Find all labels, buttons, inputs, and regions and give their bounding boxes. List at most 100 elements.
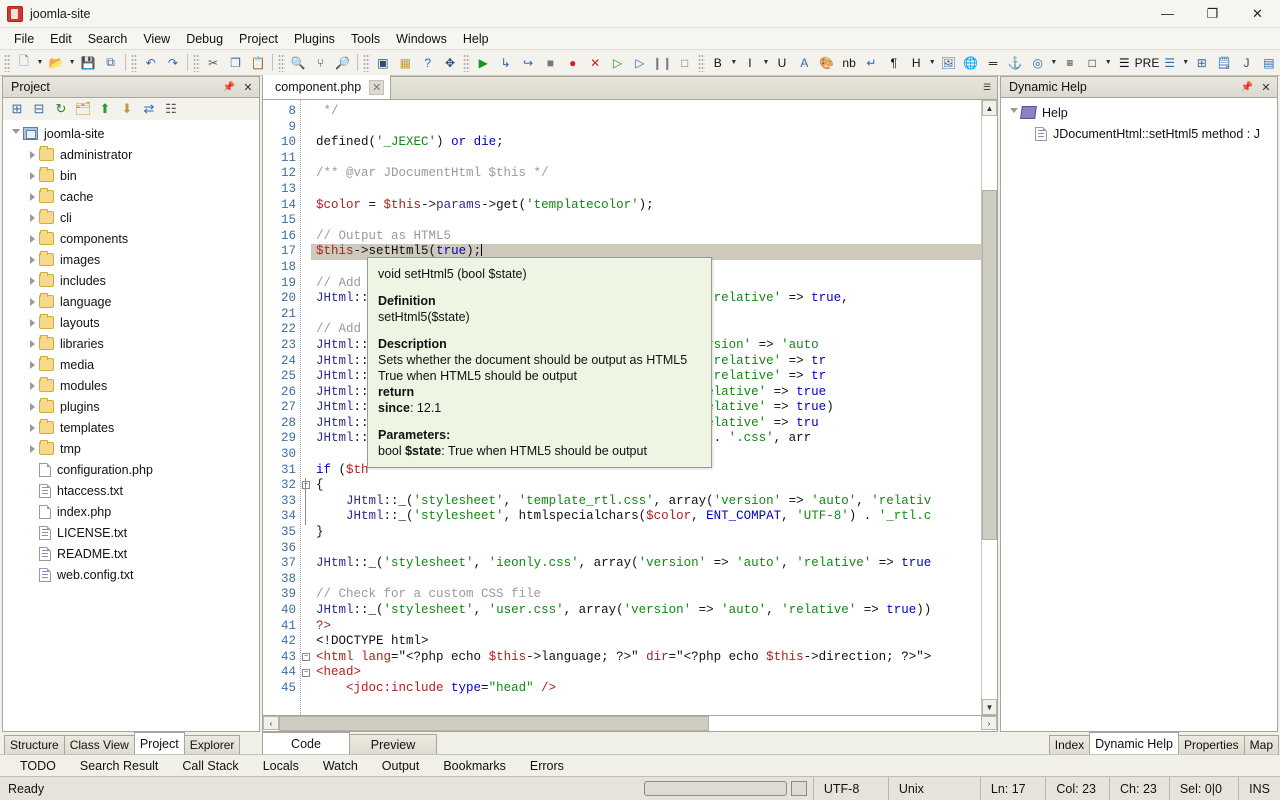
find-in-files-icon[interactable]: 🔎 (333, 52, 353, 73)
bottom-pane-locals[interactable]: Locals (251, 759, 311, 773)
undo-icon[interactable]: ↶ (140, 52, 160, 73)
tree-item-index-php[interactable]: index.php (3, 501, 259, 522)
form-icon[interactable]: 🗒 (1214, 52, 1234, 73)
tree-item-layouts[interactable]: layouts (3, 312, 259, 333)
insert-image-icon[interactable]: 🖼 (938, 52, 958, 73)
help-tab-map[interactable]: Map (1243, 735, 1279, 754)
tree-item-LICENSE-txt[interactable]: LICENSE.txt (3, 522, 259, 543)
refresh-icon[interactable]: ↻ (50, 99, 72, 119)
javascript-icon[interactable]: J (1236, 52, 1256, 73)
tab-list-icon[interactable]: ☰ (977, 75, 997, 99)
fold-toggle-icon[interactable]: − (302, 653, 310, 661)
tree-item-cache[interactable]: cache (3, 186, 259, 207)
tree-item-modules[interactable]: modules (3, 375, 259, 396)
continue-icon[interactable]: ▷ (630, 52, 650, 73)
expander-icon[interactable] (25, 234, 39, 243)
table-icon[interactable]: ⊞ (1192, 52, 1212, 73)
menu-item-search[interactable]: Search (80, 30, 136, 48)
list-dropdown-icon[interactable]: ▼ (1181, 52, 1191, 73)
align-left-icon[interactable]: ≡ (1060, 52, 1080, 73)
pin-icon[interactable]: 📌 (1239, 79, 1255, 95)
palette-icon[interactable]: 🎨 (817, 52, 837, 73)
step-over-icon[interactable]: ↪ (518, 52, 538, 73)
bottom-pane-errors[interactable]: Errors (518, 759, 576, 773)
toggle-panel-icon[interactable]: ▣ (373, 52, 393, 73)
help-tab-index[interactable]: Index (1048, 735, 1091, 754)
expander-icon[interactable] (25, 192, 39, 201)
help-icon[interactable]: ? (418, 52, 438, 73)
scroll-left-button[interactable]: ‹ (263, 716, 279, 730)
status-insert-mode[interactable]: INS (1238, 776, 1280, 800)
paste-icon[interactable]: 📋 (248, 52, 268, 73)
tree-item-htaccess-txt[interactable]: htaccess.txt (3, 480, 259, 501)
redo-icon[interactable]: ↷ (163, 52, 183, 73)
fullscreen-icon[interactable]: ✥ (440, 52, 460, 73)
tree-item-plugins[interactable]: plugins (3, 396, 259, 417)
tab-close-icon[interactable]: ✕ (369, 79, 385, 95)
left-tab-structure[interactable]: Structure (4, 735, 65, 754)
expander-icon[interactable] (25, 423, 39, 432)
tree-item-bin[interactable]: bin (3, 165, 259, 186)
italic-icon[interactable]: I (740, 52, 760, 73)
anchor-icon[interactable]: ⚓ (1005, 52, 1025, 73)
bottom-pane-call-stack[interactable]: Call Stack (170, 759, 250, 773)
pin-icon[interactable]: 📌 (221, 79, 237, 95)
help-tab-dynamic-help[interactable]: Dynamic Help (1089, 732, 1179, 754)
left-tab-explorer[interactable]: Explorer (183, 735, 241, 754)
expander-icon[interactable] (25, 297, 39, 306)
sync-icon[interactable]: ⇄ (138, 99, 160, 119)
nbsp-icon[interactable]: nb (839, 52, 859, 73)
menu-item-file[interactable]: File (6, 30, 42, 48)
bottom-pane-output[interactable]: Output (370, 759, 432, 773)
expander-icon[interactable] (25, 276, 39, 285)
expander-icon[interactable] (25, 402, 39, 411)
expander-icon[interactable] (25, 213, 39, 222)
hscroll-thumb[interactable] (279, 716, 709, 731)
italic-dropdown-icon[interactable]: ▼ (761, 52, 771, 73)
code-editor[interactable]: 8 9 10 11 12 13 14 15 16 17 18 19 20 21 22 23 24 25 26 27 28… (262, 100, 998, 716)
help-tree[interactable]: Help JDocumentHtml::setHtml5 method : J (1000, 98, 1278, 732)
cut-icon[interactable]: ✂ (203, 52, 223, 73)
heading-icon[interactable]: H (906, 52, 926, 73)
menu-item-project[interactable]: Project (231, 30, 286, 48)
tree-item-media[interactable]: media (3, 354, 259, 375)
expander-icon[interactable] (25, 171, 39, 180)
menu-item-windows[interactable]: Windows (388, 30, 455, 48)
tree-root-joomla-site[interactable]: joomla-site (3, 123, 259, 144)
expander-icon[interactable] (25, 150, 39, 159)
menu-item-view[interactable]: View (135, 30, 178, 48)
expander-icon[interactable] (25, 255, 39, 264)
maximize-button[interactable]: ❐ (1190, 0, 1235, 28)
list-icon[interactable]: ☰ (1160, 52, 1180, 73)
line-break-icon[interactable]: ↵ (861, 52, 881, 73)
tree-item-images[interactable]: images (3, 249, 259, 270)
close-icon[interactable]: ✕ (1258, 79, 1274, 95)
align-justify-icon[interactable]: ☰ (1114, 52, 1134, 73)
target-icon[interactable]: ◎ (1028, 52, 1048, 73)
scroll-down-button[interactable]: ▼ (982, 699, 997, 715)
insert-link-icon[interactable]: 🌐 (960, 52, 980, 73)
expander-icon[interactable] (25, 360, 39, 369)
project-tree[interactable]: joomla-site administrator bin cache cli compo… (2, 120, 260, 732)
find-icon[interactable]: 🔍 (288, 52, 308, 73)
upload-icon[interactable]: ⬆ (94, 99, 116, 119)
snippet-icon[interactable]: ▤ (1259, 52, 1279, 73)
editor-horizontal-scrollbar[interactable]: ‹ › (262, 716, 998, 732)
open-folder-dropdown-icon[interactable]: ▼ (67, 52, 77, 73)
minimize-button[interactable]: — (1145, 0, 1190, 28)
bottom-pane-search-result[interactable]: Search Result (68, 759, 171, 773)
tree-item-configuration-php[interactable]: configuration.php (3, 459, 259, 480)
fold-toggle-icon[interactable]: − (302, 668, 310, 677)
grid-view-icon[interactable]: ▦ (395, 52, 415, 73)
help-tab-properties[interactable]: Properties (1177, 735, 1245, 754)
menu-item-help[interactable]: Help (455, 30, 497, 48)
expander-icon[interactable] (25, 444, 39, 453)
run-no-debug-icon[interactable]: ▷ (607, 52, 627, 73)
block-dropdown-icon[interactable]: ▼ (1103, 52, 1113, 73)
tree-item-tmp[interactable]: tmp (3, 438, 259, 459)
tree-item-language[interactable]: language (3, 291, 259, 312)
copy-icon[interactable]: ❐ (225, 52, 245, 73)
download-icon[interactable]: ⬇ (116, 99, 138, 119)
expander-icon[interactable] (25, 381, 39, 390)
run-icon[interactable]: ▶ (473, 52, 493, 73)
